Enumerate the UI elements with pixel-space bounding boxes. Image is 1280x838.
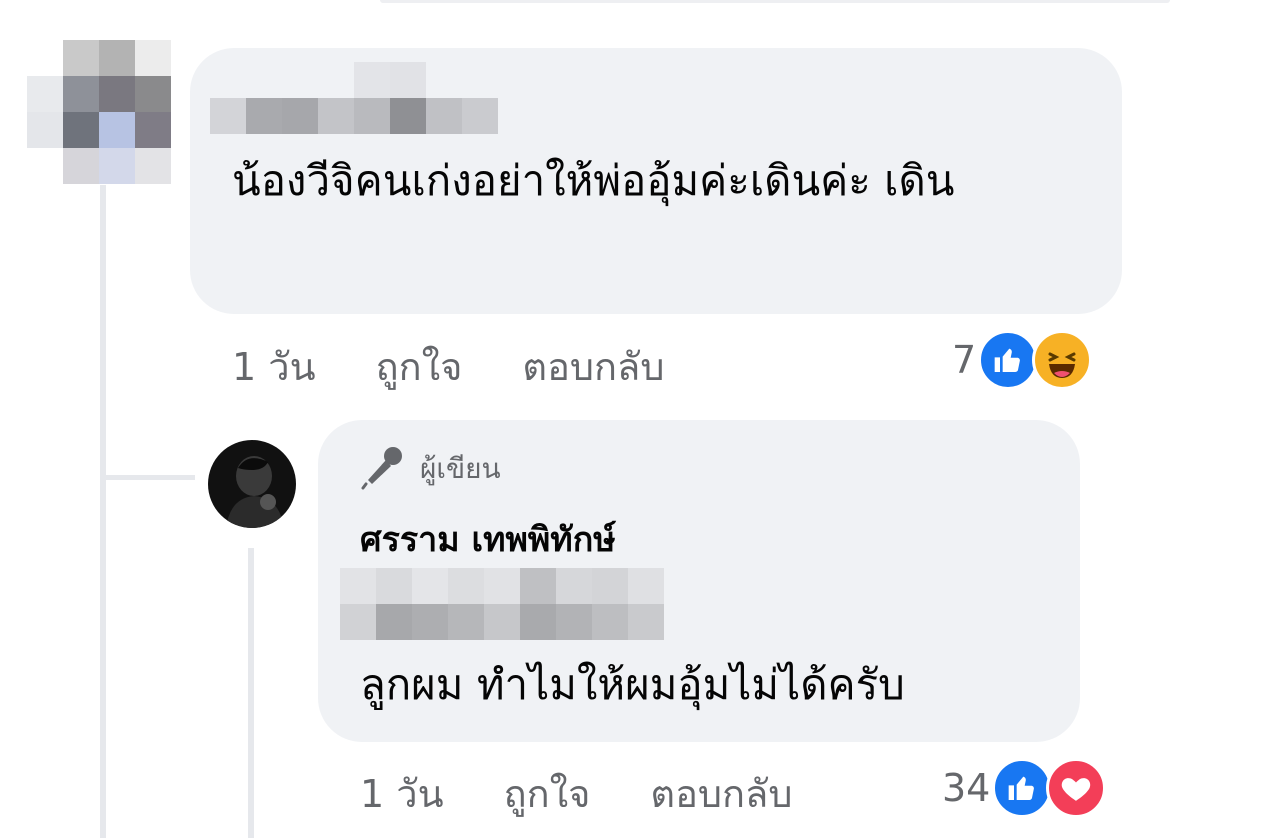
reply-like-button[interactable]: ถูกใจ bbox=[504, 763, 591, 824]
comment-text: น้องวีจิคนเก่งอย่าให้พ่ออุ้มค่ะเดินค่ะ เ… bbox=[232, 156, 955, 205]
reply-author-name[interactable]: ศรราม เทพพิทักษ์ bbox=[360, 512, 616, 566]
commenter-avatar[interactable] bbox=[27, 40, 171, 184]
commenter-name-blurred[interactable] bbox=[210, 62, 498, 134]
like-button[interactable]: ถูกใจ bbox=[376, 336, 463, 397]
mentioned-name-blurred[interactable] bbox=[340, 568, 664, 640]
reply-reaction-count: 34 bbox=[942, 766, 991, 810]
author-badge-label: ผู้เขียน bbox=[420, 452, 501, 485]
reply-actions: 1 วัน ถูกใจ ตอบกลับ bbox=[360, 763, 792, 824]
love-icon bbox=[1046, 758, 1107, 818]
reply-text: ลูกผม ทำไมให้ผมอุ้มไม่ได้ครับ bbox=[360, 660, 905, 709]
comment-timestamp[interactable]: 1 วัน bbox=[232, 336, 316, 397]
reaction-summary[interactable]: 7 bbox=[952, 330, 1093, 390]
comment-actions: 1 วัน ถูกใจ ตอบกลับ bbox=[232, 336, 664, 397]
author-badge: ผู้เขียน bbox=[360, 446, 501, 492]
microphone-icon bbox=[360, 444, 406, 494]
thread-branch bbox=[100, 475, 195, 480]
like-icon bbox=[978, 330, 1039, 390]
thread-line bbox=[100, 185, 106, 838]
previous-comment-edge bbox=[380, 0, 1170, 3]
reply-reaction-summary[interactable]: 34 bbox=[942, 758, 1107, 818]
like-icon bbox=[992, 758, 1053, 818]
reply-reply-button[interactable]: ตอบกลับ bbox=[650, 763, 792, 824]
reply-thread-line bbox=[248, 548, 254, 838]
reaction-count: 7 bbox=[952, 338, 977, 382]
author-avatar[interactable] bbox=[208, 440, 296, 528]
reply-timestamp[interactable]: 1 วัน bbox=[360, 763, 444, 824]
haha-icon bbox=[1032, 330, 1093, 390]
reply-button[interactable]: ตอบกลับ bbox=[522, 336, 664, 397]
